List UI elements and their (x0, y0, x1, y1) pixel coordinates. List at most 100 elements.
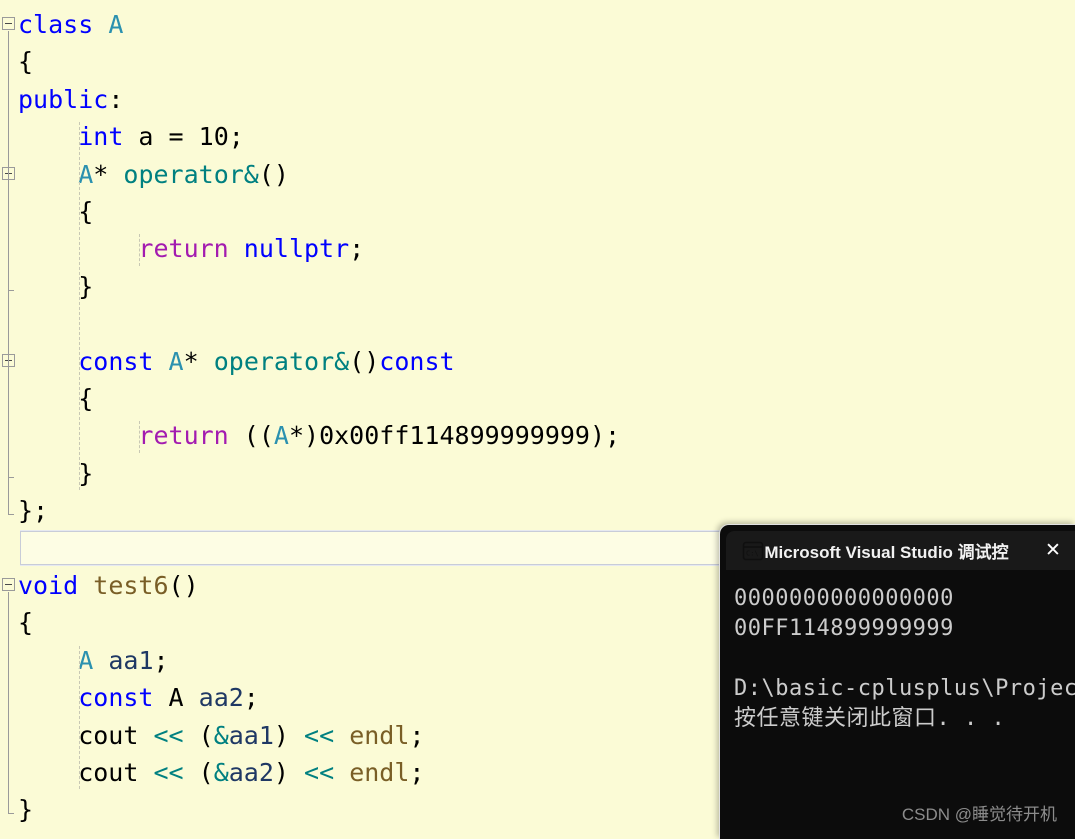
fold-toggle-icon[interactable] (2, 578, 15, 591)
code-line: A aa1; (18, 642, 169, 679)
code-token: ; (243, 683, 259, 713)
code-token: ; (153, 645, 169, 675)
code-line: const A* operator&()const (18, 343, 455, 380)
code-line: { (18, 193, 93, 230)
code-token: a = (123, 122, 199, 152)
code-line: A* operator&() (18, 156, 289, 193)
console-inner: C:\ Microsoft Visual Studio 调试控 ✕ 000000… (726, 531, 1075, 839)
code-line: return nullptr; (18, 230, 364, 267)
console-titlebar[interactable]: C:\ Microsoft Visual Studio 调试控 ✕ (726, 531, 1075, 570)
code-token: void (18, 571, 79, 600)
console-output-line: 按任意键关闭此窗口. . . (734, 706, 1006, 731)
indent-guide (79, 122, 81, 491)
code-token: ) (273, 720, 305, 750)
code-token: () (168, 571, 199, 600)
outline-guide-line (8, 31, 9, 515)
code-token: << (304, 720, 335, 750)
outline-guide-foot (8, 514, 14, 516)
code-line: { (18, 380, 93, 417)
code-token: test6 (93, 571, 169, 600)
code-token: const (78, 683, 154, 713)
code-token: () (258, 159, 289, 189)
code-token: endl (349, 758, 410, 787)
code-token: A (153, 683, 199, 713)
code-token: aa1 (228, 720, 274, 750)
code-token: class (18, 10, 109, 39)
code-token: 0x00ff114899999999 (319, 421, 590, 451)
code-token: aa1 (108, 645, 154, 675)
code-line: int a = 10; (18, 118, 244, 155)
code-token: cout (18, 758, 154, 787)
code-token: *) (288, 421, 320, 451)
code-token: ); (590, 421, 621, 451)
code-token: endl (349, 720, 410, 750)
outline-guide-foot (8, 813, 14, 815)
console-output[interactable]: 0000000000000000 00FF114899999999 D:\basi… (726, 570, 1075, 839)
code-token: return (138, 234, 229, 264)
indent-guide (139, 234, 141, 266)
code-line: public: (18, 81, 123, 118)
code-token: }; (18, 496, 49, 526)
outline-guide-foot (8, 289, 14, 291)
code-token: ; (409, 758, 425, 787)
code-token: return (138, 421, 229, 451)
console-window[interactable]: C:\ Microsoft Visual Studio 调试控 ✕ 000000… (719, 524, 1075, 839)
code-token: public (18, 84, 109, 114)
code-token: ; (409, 720, 425, 750)
code-line: } (18, 268, 93, 305)
outlining-margin[interactable] (0, 0, 18, 839)
code-token: & (213, 720, 229, 750)
code-token: () (349, 346, 380, 376)
indent-guide (139, 421, 141, 453)
outline-guide-foot (8, 476, 14, 478)
code-token: operator& (213, 346, 350, 376)
code-token: : (108, 84, 124, 114)
code-token: nullptr (243, 234, 350, 264)
console-output-line: 00FF114899999999 (734, 616, 954, 641)
code-token: A (78, 645, 94, 675)
code-token: aa2 (198, 683, 244, 713)
code-token: int (78, 122, 124, 152)
fold-toggle-icon[interactable] (2, 17, 15, 30)
code-line: void test6() (18, 567, 199, 604)
code-token: { (18, 384, 94, 413)
console-output-line: 0000000000000000 (734, 586, 954, 611)
indent-guide (79, 645, 81, 790)
close-icon[interactable]: ✕ (1031, 531, 1075, 570)
code-token: << (153, 758, 184, 787)
console-title-text: Microsoft Visual Studio 调试控 (764, 543, 1009, 562)
code-token: A (78, 159, 94, 189)
console-output-line: D:\basic-cplusplus\Projec (734, 676, 1075, 701)
code-line: { (18, 604, 33, 641)
code-token: (( (228, 421, 274, 451)
code-token: } (18, 271, 94, 301)
outline-guide-line (8, 592, 9, 814)
code-token: const (379, 346, 455, 376)
code-token: ( (183, 720, 214, 750)
code-line: } (18, 455, 93, 492)
code-token: << (153, 720, 184, 750)
code-token: ; (349, 234, 365, 264)
code-line: const A aa2; (18, 679, 259, 716)
code-token: << (304, 758, 335, 787)
csdn-watermark: CSDN @睡觉待开机 (901, 805, 1057, 824)
code-line: } (18, 791, 33, 828)
code-token: cout (18, 720, 154, 750)
code-token: A (168, 346, 184, 376)
code-token: A (108, 10, 124, 39)
code-line: }; (18, 492, 48, 529)
code-token: } (18, 458, 94, 488)
code-token: operator& (123, 159, 259, 189)
code-token: const (78, 346, 154, 376)
